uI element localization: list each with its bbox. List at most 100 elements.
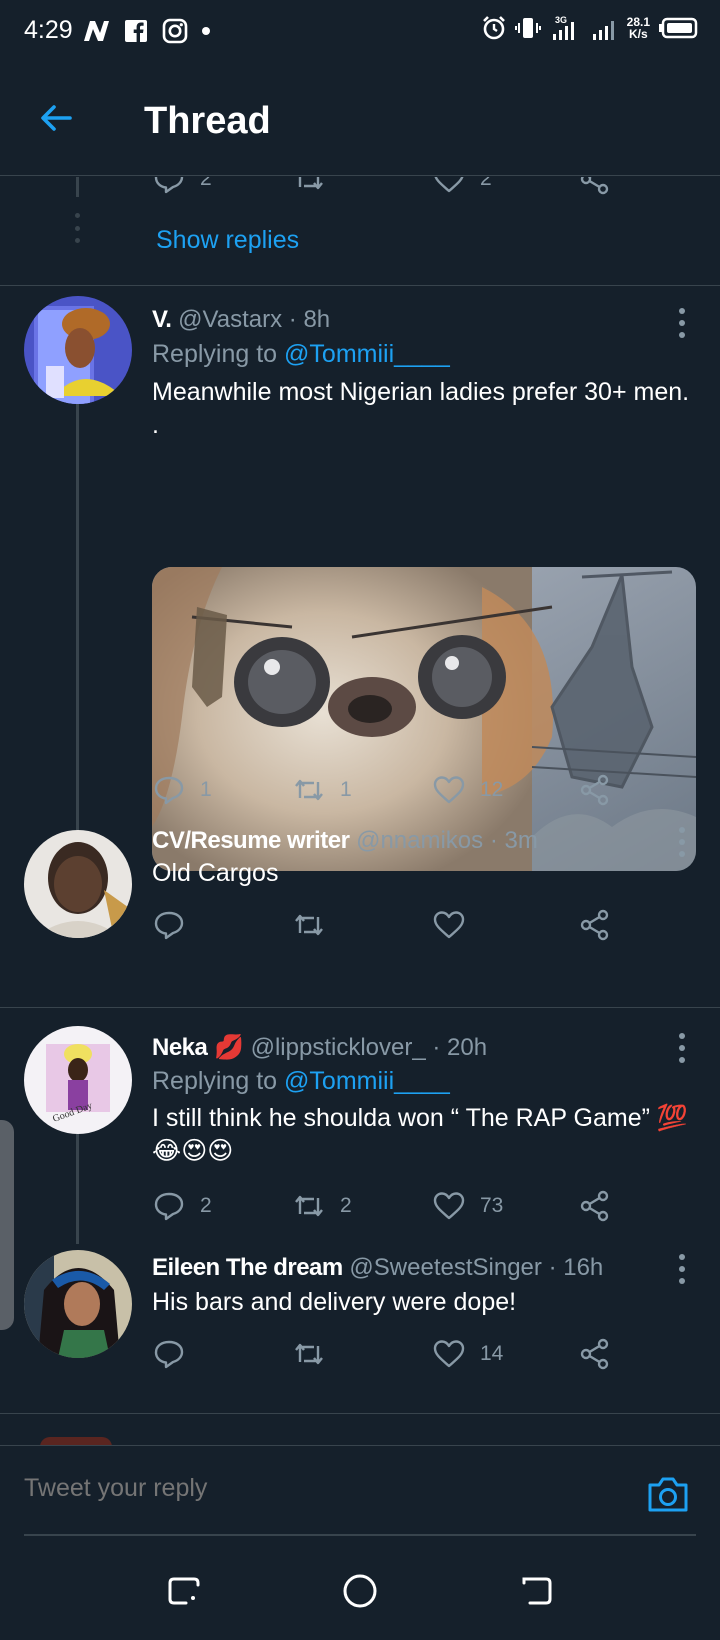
reply-icon xyxy=(154,776,184,805)
tweet[interactable]: Good Day Neka 💋 @lippsticklover_ · 20h R… xyxy=(0,1008,720,1244)
reply-button[interactable] xyxy=(152,1337,200,1371)
thread-line xyxy=(76,1134,79,1244)
like-button[interactable]: 73 xyxy=(432,1189,503,1223)
more-options-icon[interactable] xyxy=(678,1254,686,1284)
arrow-left-icon[interactable] xyxy=(36,98,76,138)
network-type: 3G xyxy=(555,15,567,25)
display-name[interactable]: Eileen The dream xyxy=(152,1254,343,1281)
reply-count: 2 xyxy=(200,177,212,190)
replying-label: Replying to xyxy=(152,340,278,368)
tweet-text: Meanwhile most Nigerian ladies prefer 30… xyxy=(152,378,690,439)
reply-button[interactable]: 2 xyxy=(152,1189,212,1223)
heart-icon xyxy=(433,911,465,939)
avatar[interactable] xyxy=(24,830,132,938)
share-button[interactable] xyxy=(578,1337,612,1371)
user-handle[interactable]: @lippsticklover_ xyxy=(251,1034,426,1061)
retweet-icon xyxy=(295,1195,323,1217)
camera-icon[interactable] xyxy=(646,1474,690,1514)
home-icon[interactable] xyxy=(340,1571,380,1611)
recent-apps-icon[interactable] xyxy=(164,1571,204,1611)
reply-icon xyxy=(154,177,184,194)
reply-count: 2 xyxy=(200,1194,212,1217)
avatar[interactable] xyxy=(24,296,132,404)
avatar[interactable] xyxy=(24,1250,132,1358)
tweet-image[interactable] xyxy=(152,567,696,871)
n-app-icon xyxy=(82,19,110,43)
back-icon[interactable] xyxy=(516,1571,556,1611)
share-button[interactable] xyxy=(578,1189,612,1223)
retweet-button[interactable]: 1 xyxy=(292,773,352,807)
tweet-header: V. @Vastarx · 8h xyxy=(152,306,330,334)
like-count: 14 xyxy=(480,1342,504,1365)
replying-label: Replying to xyxy=(152,1067,278,1095)
tweet-header: Neka 💋 @lippsticklover_ · 20h xyxy=(152,1033,487,1062)
share-button[interactable] xyxy=(578,908,612,942)
tweet-time: · 16h xyxy=(548,1254,604,1281)
mention-link[interactable]: @Tommiii____ xyxy=(284,340,450,368)
share-button[interactable] xyxy=(578,177,612,196)
avatar[interactable]: Good Day xyxy=(24,1026,132,1134)
thread-content[interactable]: 2 2 Show replies V. @Vastarx · 8h Replyi… xyxy=(0,177,720,1445)
like-count: 12 xyxy=(480,778,504,801)
input-underline xyxy=(24,1534,696,1536)
reply-button[interactable]: 1 xyxy=(152,773,212,807)
user-handle[interactable]: @SweetestSinger xyxy=(349,1254,541,1281)
like-button[interactable]: 12 xyxy=(432,773,503,807)
reply-count: 1 xyxy=(200,778,212,801)
tweet-header: CV/Resume writer @nnamikos · 3m xyxy=(152,827,538,855)
mention-link[interactable]: @Tommiii____ xyxy=(284,1067,450,1095)
retweet-button[interactable]: 2 xyxy=(292,1189,352,1223)
display-name[interactable]: Neka xyxy=(152,1034,208,1061)
tweet-time: · 20h xyxy=(432,1034,488,1061)
like-count: 2 xyxy=(480,177,492,190)
retweet-button[interactable] xyxy=(292,1337,340,1371)
share-icon xyxy=(580,177,609,195)
edge-panel-handle[interactable] xyxy=(0,1120,14,1330)
like-button[interactable]: 14 xyxy=(432,1337,503,1371)
thread-line xyxy=(76,177,79,197)
status-time: 4:29 xyxy=(24,16,73,44)
status-bar: 4:29 3G 28.1 K/s xyxy=(0,0,720,64)
signal-icon xyxy=(591,14,619,42)
retweet-icon xyxy=(295,1343,323,1365)
reply-icon xyxy=(154,1340,184,1369)
divider xyxy=(0,1413,720,1414)
network-speed: 28.1 K/s xyxy=(627,16,650,40)
tweet-text: His bars and delivery were dope! xyxy=(152,1288,517,1316)
retweet-count: 1 xyxy=(340,778,352,801)
signal-icon: 3G xyxy=(549,14,583,42)
display-name[interactable]: V. xyxy=(152,306,172,333)
user-handle[interactable]: @nnamikos xyxy=(356,827,483,854)
display-name[interactable]: CV/Resume writer xyxy=(152,827,350,854)
alarm-icon xyxy=(481,15,507,41)
tweet-text: I still think he shoulda won “ The RAP G… xyxy=(152,1104,688,1165)
share-icon xyxy=(580,909,609,941)
page-title: Thread xyxy=(144,100,271,142)
share-button[interactable] xyxy=(578,773,612,807)
heart-icon xyxy=(433,1340,465,1368)
lips-emoji: 💋 xyxy=(214,1034,244,1061)
reply-input[interactable] xyxy=(24,1474,584,1503)
replying-to: Replying to @Tommiii____ xyxy=(152,1067,450,1096)
retweet-icon xyxy=(295,779,323,801)
like-button[interactable]: 2 xyxy=(432,177,492,196)
retweet-button[interactable] xyxy=(292,908,340,942)
reply-button[interactable] xyxy=(152,908,200,942)
retweet-icon xyxy=(295,914,323,936)
user-handle[interactable]: @Vastarx xyxy=(178,306,282,333)
reply-button[interactable]: 2 xyxy=(152,177,212,196)
like-button[interactable] xyxy=(432,908,480,942)
tweet[interactable]: V. @Vastarx · 8h Replying to @Tommiii___… xyxy=(0,286,720,871)
show-replies-link[interactable]: Show replies xyxy=(156,226,299,255)
instagram-icon xyxy=(162,18,188,44)
tweet-text: Old Cargos xyxy=(152,859,279,887)
tweet[interactable]: Eileen The dream @SweetestSinger · 16h H… xyxy=(0,1238,720,1408)
more-options-icon[interactable] xyxy=(678,1033,686,1063)
retweet-button[interactable] xyxy=(292,177,326,196)
tweet[interactable]: CV/Resume writer @nnamikos · 3m Old Carg… xyxy=(0,827,720,977)
share-icon xyxy=(580,1338,609,1370)
more-options-icon[interactable] xyxy=(678,827,686,857)
more-options-icon[interactable] xyxy=(678,308,686,338)
avatar[interactable] xyxy=(40,1437,112,1445)
network-speed-unit: K/s xyxy=(628,27,648,41)
